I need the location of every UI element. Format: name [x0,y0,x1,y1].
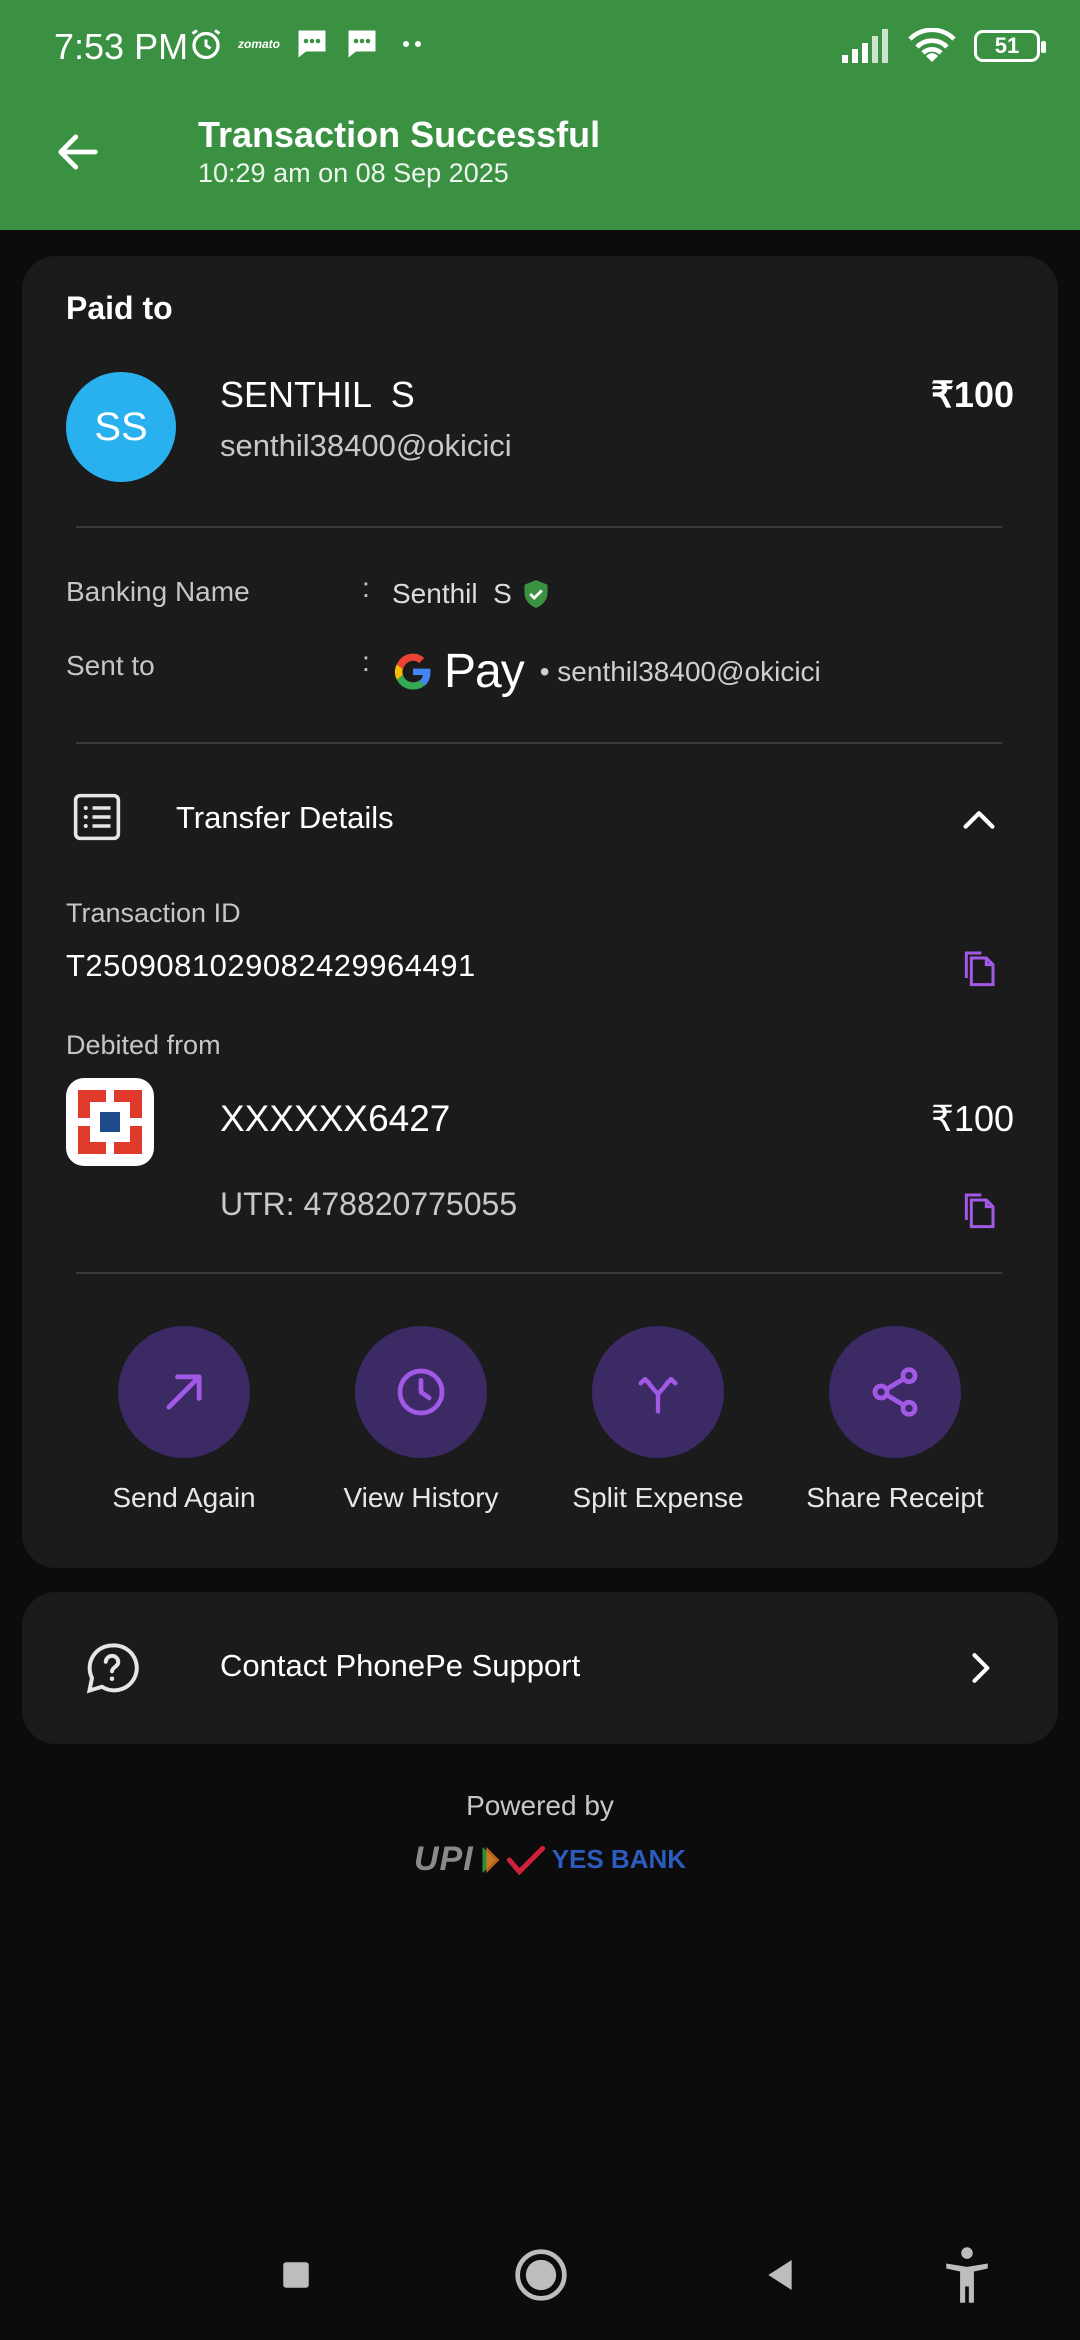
split-expense-label: Split Expense [572,1482,744,1513]
transfer-details-title[interactable]: Transfer Details [176,800,394,836]
square-icon [283,2262,309,2288]
upi-logo: UPI [414,1840,474,1878]
home-button[interactable] [506,2230,576,2320]
payment-amount: ₹100 [931,374,1014,415]
split-icon [638,1376,678,1414]
send-again-button[interactable]: Send Again [84,1326,284,1514]
banking-name-value: Senthil S [392,578,550,610]
colon: : [362,572,370,603]
accessibility-icon [946,2247,988,2303]
accessibility-button[interactable] [932,2230,1002,2320]
paid-to-label: Paid to [66,290,173,326]
system-status: 51 [840,28,1046,64]
header: 7:53 PM zomato 51 Transaction Successful… [0,0,1080,230]
notification-icons: zomato [188,26,430,62]
transaction-card: Paid to SS SENTHIL S senthil38400@okicic… [22,256,1058,1568]
copy-icon[interactable] [958,1190,998,1230]
utr-number: UTR: 478820775055 [220,1186,518,1222]
battery-indicator: 51 [974,30,1046,62]
transaction-id: T2509081029082429964491 [66,948,476,983]
more-dots-icon [403,41,421,47]
contact-support-label: Contact PhonePe Support [220,1648,581,1683]
copy-icon[interactable] [958,948,998,988]
page-title: Transaction Successful [198,114,601,155]
partner-logos: UPI YES BANK [414,1840,686,1879]
upi-arrow-icon [482,1846,500,1873]
arrow-left-icon [58,134,98,170]
triangle-back-icon [768,2260,792,2290]
powered-by-label: Powered by [466,1790,614,1821]
gpay-pay-text: Pay [444,645,525,698]
banking-name-label: Banking Name [66,576,250,607]
split-expense-button[interactable]: Split Expense [558,1326,758,1514]
yes-bank-logo: YES BANK [551,1844,687,1874]
view-history-button[interactable]: View History [321,1326,521,1514]
avatar: SS [66,372,176,482]
banking-name-text: Senthil S [392,578,512,609]
back-nav-button[interactable] [745,2230,815,2320]
chevron-right-icon [972,1653,990,1683]
verified-shield-icon [524,580,548,608]
share-receipt-circle[interactable] [829,1326,961,1458]
debit-amount: ₹100 [931,1098,1014,1139]
debit-account-number: XXXXXX6427 [220,1098,451,1139]
view-history-label: View History [343,1482,499,1513]
sent-to-value: Pay • senthil38400@okicici [392,644,821,699]
bank-logo-icon [78,1090,142,1154]
sent-to-upi-id: • senthil38400@okicici [539,655,821,687]
alarm-icon [191,29,221,60]
share-receipt-label: Share Receipt [806,1482,984,1513]
contact-support-row[interactable]: Contact PhonePe Support [22,1592,1058,1744]
help-circle-icon [86,1643,139,1694]
transaction-id-label: Transaction ID [66,898,241,928]
sent-to-label: Sent to [66,650,155,681]
colon: : [362,646,370,677]
share-receipt-button[interactable]: Share Receipt [795,1326,995,1514]
payee-name: SENTHIL S [220,374,415,415]
zomato-icon: zomato [238,37,280,51]
send-again-label: Send Again [112,1482,256,1513]
share-icon [872,1367,918,1417]
payee-upi-id: senthil38400@okicici [220,428,512,463]
recents-button[interactable] [261,2230,331,2320]
status-time: 7:53 PM [54,26,189,67]
divider [76,1272,1002,1274]
debited-from-label: Debited from [66,1030,221,1060]
arrow-up-right-icon [166,1374,202,1410]
transaction-timestamp: 10:29 am on 08 Sep 2025 [198,158,509,188]
message-icon [298,30,326,58]
send-again-circle[interactable] [118,1326,250,1458]
google-g-icon [394,653,431,689]
message-icon [348,30,376,58]
divider [76,526,1002,528]
quick-actions: Send Again View History Split Expense Sh… [22,1326,1058,1546]
wifi-icon [908,28,956,62]
status-bar: 7:53 PM zomato 51 [0,0,1080,95]
yes-bank-tick-icon [506,1845,545,1875]
clock-icon [397,1368,445,1416]
signal-icon [842,29,888,63]
receipt-list-icon [73,793,121,841]
view-history-circle[interactable] [355,1326,487,1458]
chevron-up-icon[interactable] [956,796,1002,842]
hdfc-bank-logo [66,1078,154,1166]
divider [76,742,1002,744]
split-expense-circle[interactable] [592,1326,724,1458]
system-navigation-bar [0,2230,1080,2320]
back-button[interactable] [48,122,108,182]
home-circle-icon [515,2249,567,2301]
